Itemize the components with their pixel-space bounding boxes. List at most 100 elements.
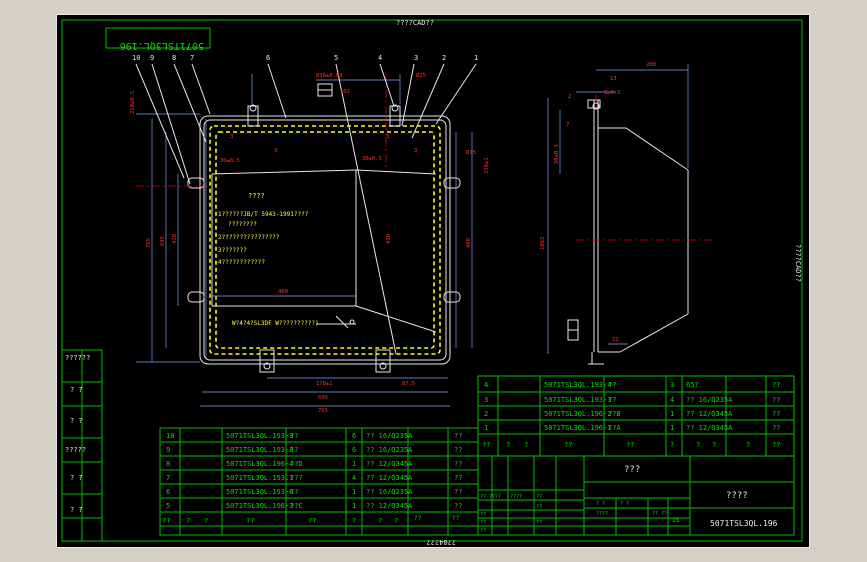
svg-text:?: ? <box>186 517 190 525</box>
note-line-2: ???????? <box>228 221 257 228</box>
margin-label-5: ? ? <box>70 474 83 482</box>
svg-text:??: ?? <box>308 517 316 525</box>
svg-text:5071TSL3QL.193-3: 5071TSL3QL.193-3 <box>544 396 611 404</box>
tb-small-10: ? ? <box>620 501 629 507</box>
svg-text:1: 1 <box>670 424 674 432</box>
dim-side-3: 5±0.5 <box>604 90 621 96</box>
svg-text:??: ?? <box>772 396 780 404</box>
svg-text:5071TSL3QL.196-4: 5071TSL3QL.196-4 <box>226 460 293 468</box>
notes-title: ???? <box>248 192 265 200</box>
svg-text:??: ?? <box>608 381 616 389</box>
svg-text:??: ?? <box>454 446 462 454</box>
margin-label-2: ? ? <box>70 386 83 394</box>
svg-text:?? 16/Q235A: ?? 16/Q235A <box>366 446 413 454</box>
dim-front-6: 3 <box>274 148 277 154</box>
svg-text:?: ? <box>352 517 356 525</box>
svg-text:5071TSL3QL.193-4: 5071TSL3QL.193-4 <box>544 381 611 389</box>
svg-text:5071TSL3QL.196-1: 5071TSL3QL.196-1 <box>544 424 611 432</box>
svg-text:?: ? <box>506 441 510 449</box>
svg-text:?? 12/Q345A: ?? 12/Q345A <box>366 460 413 468</box>
dim-front-17: 338±1 <box>484 157 490 174</box>
svg-text:??: ?? <box>772 381 780 389</box>
dim-front-15: 400 <box>278 289 288 295</box>
dim-front-2: 102 <box>340 89 350 95</box>
dim-front-22: 765 <box>318 408 328 414</box>
svg-text:??: ?? <box>564 441 572 449</box>
svg-text:65?: 65? <box>686 381 699 389</box>
dim-front-21: 695 <box>318 395 328 401</box>
svg-text:6: 6 <box>166 488 170 496</box>
svg-text:4: 4 <box>670 396 674 404</box>
dim-side-8: 22 <box>612 337 619 343</box>
svg-text:5071TSL3QL.193-9: 5071TSL3QL.193-9 <box>226 432 293 440</box>
svg-text:?: ? <box>524 441 528 449</box>
tb-small-6: ?? <box>480 528 486 534</box>
part-label-8: 8 <box>172 54 176 62</box>
note-line-1: 1??????JB/T 5943-1991???? <box>218 211 309 218</box>
svg-text:1: 1 <box>484 424 488 432</box>
dim-front-11: 765 <box>146 238 152 248</box>
tb-small-9: ? ? <box>596 501 605 507</box>
svg-text:?? 12/Q345A: ?? 12/Q345A <box>366 502 413 510</box>
svg-text:?: ? <box>204 517 208 525</box>
tb-small-3: ?? <box>536 494 542 500</box>
note-line-4: 3??????? <box>218 247 247 254</box>
svg-text:9: 9 <box>166 446 170 454</box>
dim-side-6: 7 <box>566 122 569 128</box>
svg-text:??: ?? <box>772 441 780 449</box>
drawing-sheet: ????CAD?? ??04??? ????CAD?? 5071TSL3QL.1… <box>56 14 810 548</box>
svg-text:5071TSL3QL.196-3: 5071TSL3QL.196-3 <box>226 502 293 510</box>
svg-text:3: 3 <box>484 396 488 404</box>
svg-text:6: 6 <box>352 432 356 440</box>
dim-front-19: 178±1 <box>316 381 333 387</box>
dim-front-12: 695 <box>160 236 166 246</box>
svg-text:??: ?? <box>454 488 462 496</box>
svg-text:?? 16/Q235A: ?? 16/Q235A <box>366 432 413 440</box>
svg-text:?: ? <box>746 441 750 449</box>
svg-text:6: 6 <box>352 446 356 454</box>
tb-small-2: ???? <box>510 494 522 500</box>
tb-small-4: ?? <box>480 512 486 518</box>
front-view <box>135 63 477 407</box>
tb-small-12: ?? ?? <box>652 511 667 517</box>
dim-front-4: 210±0.5 <box>130 91 136 114</box>
weld-note: W?4?4?SL3DF W??????????) <box>232 320 319 327</box>
sheet-top-label: ????CAD?? <box>396 19 434 27</box>
svg-text:??: ?? <box>290 488 298 496</box>
margin-label-4: ????? <box>65 446 86 454</box>
dim-front-13: 418 <box>172 234 178 244</box>
sheet-bottom-label: ??04??? <box>426 538 456 546</box>
margin-label-1: ?????? <box>65 354 90 362</box>
dim-front-14: 410 <box>386 234 392 244</box>
title-block-name: ??? <box>624 465 640 475</box>
dim-front-5: 3 <box>230 134 233 140</box>
part-label-4: 4 <box>378 54 382 62</box>
svg-text:1: 1 <box>352 460 356 468</box>
svg-text:?: ? <box>394 517 398 525</box>
svg-text:??: ?? <box>608 396 616 404</box>
tb-small-1: ?? ???? <box>480 494 501 500</box>
svg-text:5071TSL3QL.196-2: 5071TSL3QL.196-2 <box>544 410 611 418</box>
dim-front-10: 30±0.5 <box>362 156 382 162</box>
svg-text:5: 5 <box>166 502 170 510</box>
svg-text:?? 16/Q235A: ?? 16/Q235A <box>686 396 733 404</box>
svg-text:1: 1 <box>352 502 356 510</box>
svg-text:?: ? <box>696 441 700 449</box>
tb-small-5: ?? <box>480 520 486 526</box>
svg-text:??A: ??A <box>608 424 621 432</box>
dim-front-18: Ø75 <box>466 149 476 156</box>
note-line-5: 4???????????? <box>218 259 265 266</box>
dim-front-20: 87.5 <box>402 381 415 387</box>
svg-text:4: 4 <box>484 381 488 389</box>
svg-text:???: ??? <box>290 474 303 482</box>
svg-text:??: ?? <box>454 474 462 482</box>
svg-text:5071TSL3QL.193-8: 5071TSL3QL.193-8 <box>226 446 293 454</box>
margin-label-3: ? ? <box>70 417 83 425</box>
dim-side-5: 20±0.3 <box>554 144 560 164</box>
svg-text:1: 1 <box>352 488 356 496</box>
parts-right-rows: 4 5071TSL3QL.193-4 ?? 3 65? ?? 3 5071TSL… <box>482 381 780 449</box>
part-label-3: 3 <box>414 54 418 62</box>
part-label-9: 9 <box>150 54 154 62</box>
dim-side-1: 200 <box>646 62 656 68</box>
inner-frame <box>61 19 803 542</box>
